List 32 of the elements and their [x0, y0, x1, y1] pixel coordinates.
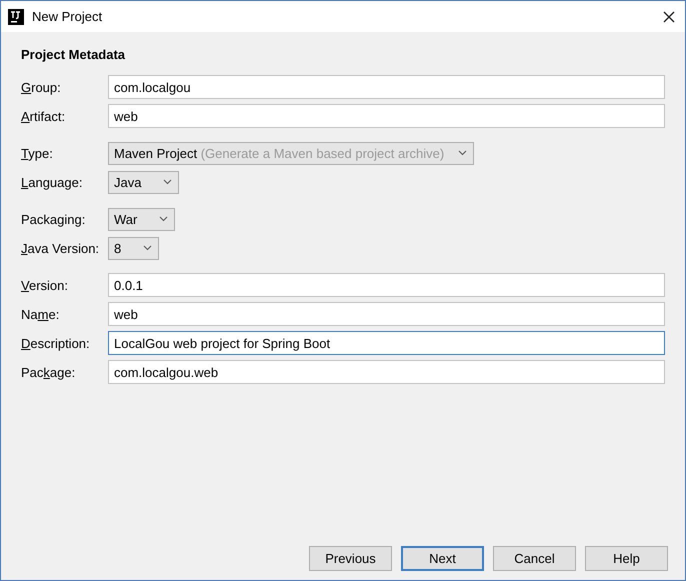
caret-icon — [159, 216, 168, 222]
app-icon — [8, 8, 24, 24]
window-title: New Project — [32, 9, 104, 24]
caret-icon — [143, 245, 152, 251]
dropdown[interactable]: Maven Project (Generate a Maven based project archive) — [108, 142, 474, 164]
field-label: Artifact: — [21, 108, 66, 124]
text-field[interactable]: 0.0.1 — [108, 273, 665, 297]
caret-icon — [458, 150, 468, 156]
text-field[interactable]: web — [108, 104, 665, 128]
field-label: Name: — [21, 306, 60, 322]
dialog-button[interactable]: Next — [401, 546, 484, 571]
field-label: Package: — [21, 364, 76, 380]
text-field[interactable]: com.localgou.web — [108, 360, 665, 384]
text-field[interactable]: com.localgou — [108, 75, 665, 99]
dialog-button[interactable]: Help — [585, 546, 668, 571]
field-label: Description: — [21, 336, 91, 350]
dialog-button[interactable]: Previous — [309, 546, 392, 571]
dropdown[interactable]: Java — [108, 170, 180, 194]
field-label: Packaging: — [21, 212, 86, 226]
field-label: Language: — [21, 174, 84, 190]
section-title: Project Metadata — [21, 47, 126, 62]
field-label: Version: — [21, 278, 69, 292]
text-field[interactable]: web — [108, 302, 665, 326]
field-label: Java Version: — [21, 240, 100, 256]
dropdown[interactable]: War — [108, 208, 176, 230]
dialog-button[interactable]: Cancel — [493, 546, 576, 571]
dropdown[interactable]: 8 — [108, 236, 160, 260]
close-icon[interactable] — [663, 10, 675, 22]
text-field[interactable]: LocalGou web project for Spring Boot — [108, 331, 665, 355]
caret-icon — [163, 179, 172, 185]
field-label: Type: — [21, 146, 54, 160]
field-label: Group: — [21, 80, 62, 94]
